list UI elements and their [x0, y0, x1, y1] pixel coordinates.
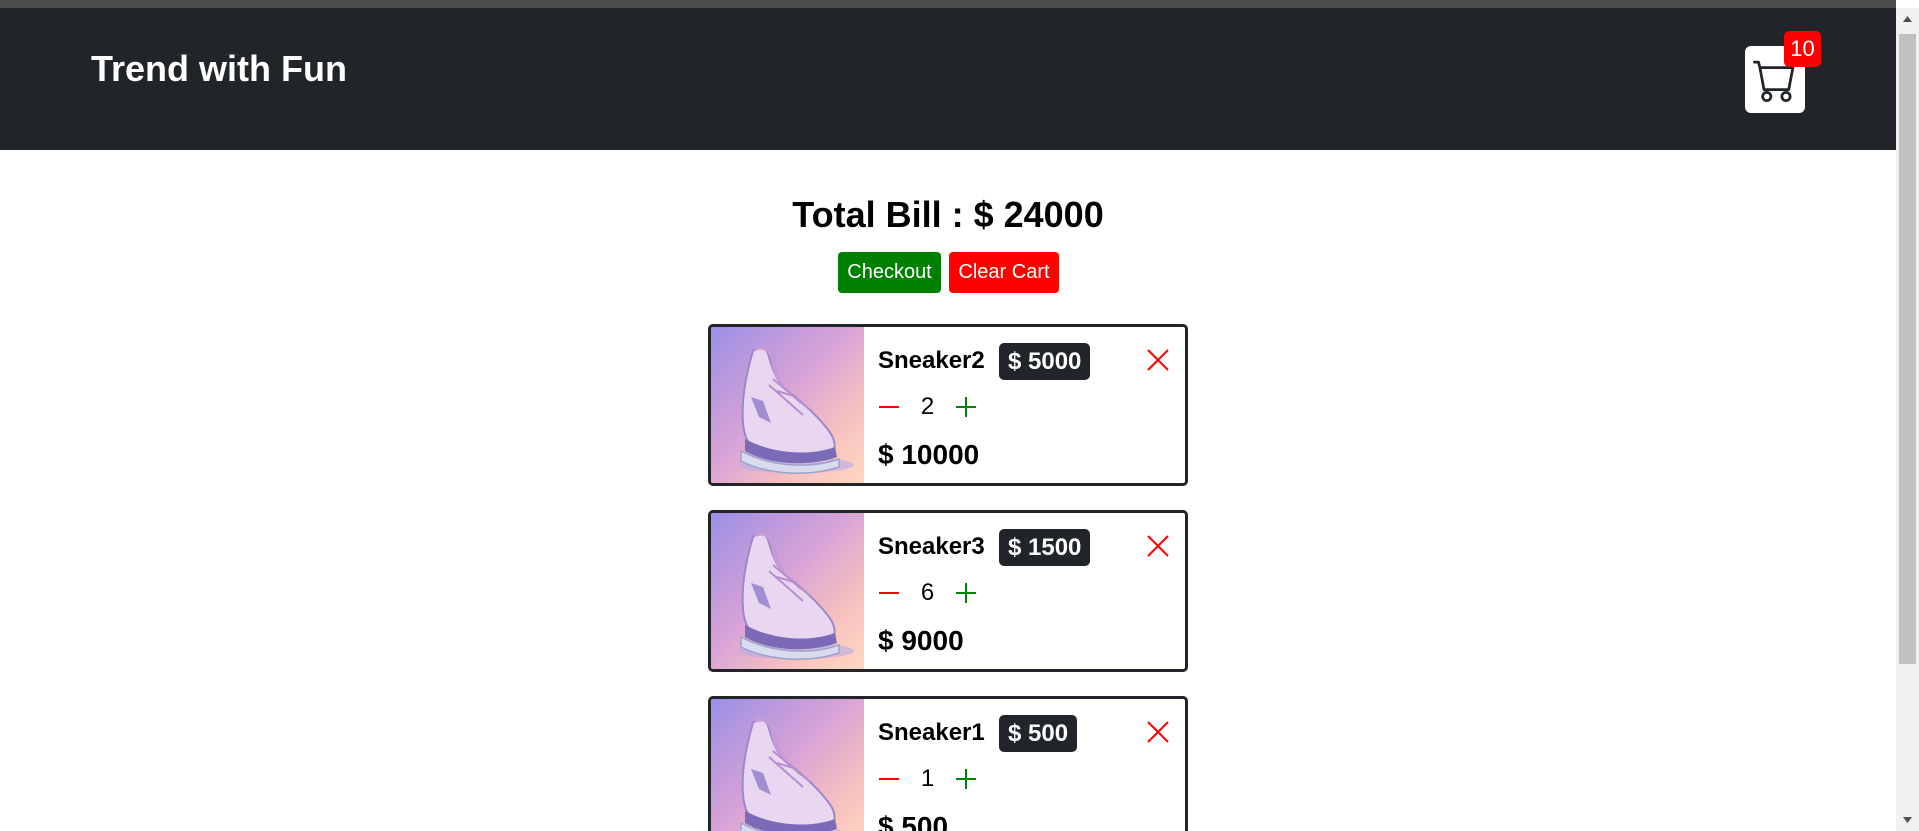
total-bill: Total Bill : $ 24000 — [792, 194, 1104, 235]
product-image — [711, 513, 864, 669]
minus-icon[interactable] — [878, 768, 900, 790]
close-icon[interactable] — [1145, 347, 1171, 373]
quantity-value: 6 — [920, 579, 935, 606]
scroll-down-arrow-icon[interactable] — [1896, 809, 1919, 831]
clear-cart-button[interactable]: Clear Cart — [949, 252, 1059, 293]
sneaker-icon — [738, 531, 854, 660]
navbar: Trend with Fun 10 — [0, 8, 1896, 150]
cart-count-badge: 10 — [1784, 31, 1821, 67]
cart-item-card: Sneaker3 $ 1500 6 $ 9000 — [708, 510, 1188, 672]
quantity-value: 1 — [920, 765, 935, 792]
brand-title[interactable]: Trend with Fun — [91, 48, 347, 90]
quantity-stepper: 2 — [878, 393, 977, 421]
product-name: Sneaker2 — [878, 347, 985, 374]
cart-item-card: Sneaker1 $ 500 1 $ 500 — [708, 696, 1188, 831]
unit-price-badge: $ 1500 — [999, 529, 1091, 566]
page-scrollbar[interactable] — [1896, 8, 1919, 831]
quantity-stepper: 1 — [878, 765, 977, 793]
product-image — [711, 699, 864, 831]
scrollbar-thumb[interactable] — [1899, 34, 1916, 664]
minus-icon[interactable] — [878, 582, 900, 604]
unit-price-badge: $ 5000 — [999, 343, 1091, 380]
item-subtotal: $ 500 — [878, 811, 949, 831]
checkout-button[interactable]: Checkout — [838, 252, 941, 293]
item-subtotal: $ 9000 — [878, 625, 964, 656]
unit-price-badge: $ 500 — [999, 715, 1078, 752]
quantity-value: 2 — [920, 393, 935, 420]
quantity-stepper: 6 — [878, 579, 977, 607]
minus-icon[interactable] — [878, 396, 900, 418]
plus-icon[interactable] — [955, 582, 977, 604]
cart-item-card: Sneaker2 $ 5000 2 $ 10000 — [708, 324, 1188, 486]
product-name: Sneaker1 — [878, 719, 985, 746]
close-icon[interactable] — [1145, 533, 1171, 559]
browser-top-border — [0, 0, 1896, 8]
plus-icon[interactable] — [955, 396, 977, 418]
item-subtotal: $ 10000 — [878, 439, 980, 470]
product-image — [711, 327, 864, 483]
sneaker-icon — [740, 717, 840, 831]
product-name: Sneaker3 — [878, 533, 985, 560]
scroll-up-arrow-icon[interactable] — [1896, 8, 1919, 30]
close-icon[interactable] — [1145, 719, 1171, 745]
plus-icon[interactable] — [955, 768, 977, 790]
cart-actions: Checkout Clear Cart — [838, 252, 1059, 293]
sneaker-icon — [738, 345, 854, 474]
